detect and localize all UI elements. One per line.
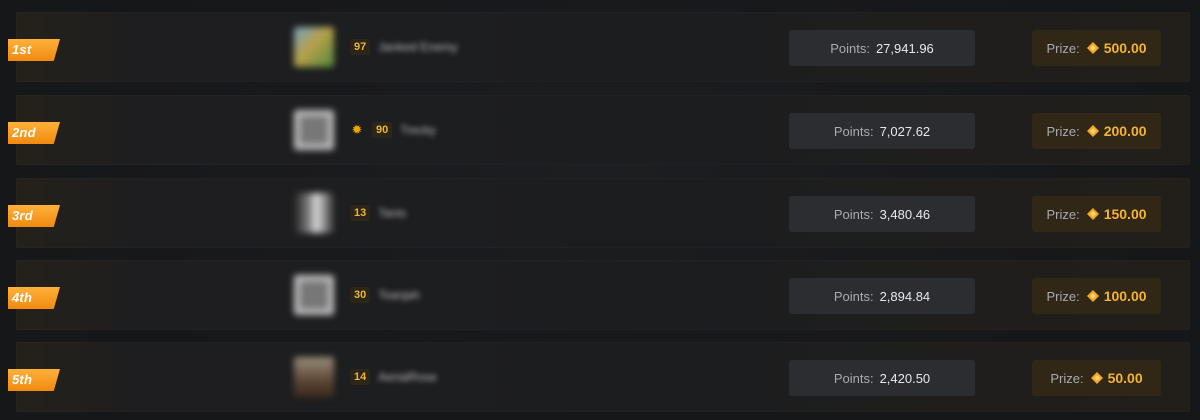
player-info: ✹ 90 Trecky <box>350 121 436 139</box>
prize-value: 500.00 <box>1103 40 1147 56</box>
prize-box: Prize: 200.00 <box>1032 113 1161 149</box>
prize-label: Prize: <box>1046 288 1080 304</box>
player-name[interactable]: Tanis <box>378 206 406 220</box>
avatar[interactable] <box>294 110 334 150</box>
diamond-coin-icon <box>1090 372 1103 384</box>
avatar[interactable] <box>294 193 334 233</box>
leaderboard-row-3[interactable]: 3rd 13 Tanis Points: 3,480.46 Prize: 150… <box>8 178 1190 248</box>
points-box: Points: 7,027.62 <box>789 113 975 149</box>
prize-value: 200.00 <box>1103 123 1147 139</box>
points-label: Points: <box>833 370 874 386</box>
leaderboard-row-2[interactable]: 2nd ✹ 90 Trecky Points: 7,027.62 Prize: … <box>8 95 1190 165</box>
prize-box: Prize: 150.00 <box>1032 196 1161 232</box>
player-info: 97 Janked Enemy <box>350 38 458 56</box>
level-badge: 13 <box>350 205 371 221</box>
points-label: Points: <box>833 206 874 222</box>
points-value: 27,941.96 <box>875 40 934 56</box>
points-label: Points: <box>833 288 874 304</box>
leaderboard-row-1[interactable]: 1st 97 Janked Enemy Points: 27,941.96 Pr… <box>8 12 1190 82</box>
level-badge: 30 <box>350 287 371 303</box>
points-box: Points: 3,480.46 <box>789 196 975 232</box>
player-name[interactable]: Trecky <box>400 123 436 137</box>
crown-icon: ✹ <box>351 122 363 137</box>
player-name[interactable]: AerialRose <box>378 370 437 384</box>
points-value: 2,420.50 <box>879 370 931 386</box>
player-info: 13 Tanis <box>350 204 406 222</box>
rank-badge: 1st <box>8 39 60 61</box>
rank-badge: 3rd <box>8 205 60 227</box>
prize-box: Prize: 500.00 <box>1032 30 1161 66</box>
rank-badge: 5th <box>8 369 60 391</box>
prize-label: Prize: <box>1046 40 1080 56</box>
prize-box: Prize: 50.00 <box>1032 360 1161 396</box>
leaderboard-row-4[interactable]: 4th 30 Tsanjah Points: 2,894.84 Prize: 1… <box>8 260 1190 330</box>
prize-box: Prize: 100.00 <box>1032 278 1161 314</box>
leaderboard: 1st 97 Janked Enemy Points: 27,941.96 Pr… <box>0 0 1200 420</box>
points-box: Points: 27,941.96 <box>789 30 975 66</box>
player-name[interactable]: Tsanjah <box>378 288 419 302</box>
avatar[interactable] <box>294 357 334 397</box>
points-box: Points: 2,420.50 <box>789 360 975 396</box>
prize-value: 50.00 <box>1107 370 1143 386</box>
level-badge: 97 <box>350 39 371 55</box>
leaderboard-row-5[interactable]: 5th 14 AerialRose Points: 2,420.50 Prize… <box>8 342 1190 412</box>
points-label: Points: <box>833 123 874 139</box>
points-label: Points: <box>830 40 870 56</box>
level-badge: 14 <box>350 369 371 385</box>
prize-value: 100.00 <box>1103 288 1147 304</box>
player-info: 30 Tsanjah <box>350 286 420 304</box>
diamond-coin-icon <box>1086 208 1099 220</box>
rank-badge: 2nd <box>8 122 60 144</box>
player-name[interactable]: Janked Enemy <box>378 40 457 54</box>
avatar[interactable] <box>294 27 334 67</box>
points-box: Points: 2,894.84 <box>789 278 975 314</box>
diamond-coin-icon <box>1086 125 1099 137</box>
diamond-coin-icon <box>1086 42 1099 54</box>
player-info: 14 AerialRose <box>350 368 437 386</box>
points-value: 3,480.46 <box>879 206 931 222</box>
prize-label: Prize: <box>1046 123 1080 139</box>
prize-value: 150.00 <box>1103 206 1147 222</box>
avatar[interactable] <box>294 275 334 315</box>
prize-label: Prize: <box>1050 370 1084 386</box>
diamond-coin-icon <box>1086 290 1099 302</box>
prize-label: Prize: <box>1046 206 1080 222</box>
rank-badge: 4th <box>8 287 60 309</box>
level-badge: 90 <box>372 122 393 138</box>
points-value: 2,894.84 <box>879 288 931 304</box>
points-value: 7,027.62 <box>879 123 931 139</box>
